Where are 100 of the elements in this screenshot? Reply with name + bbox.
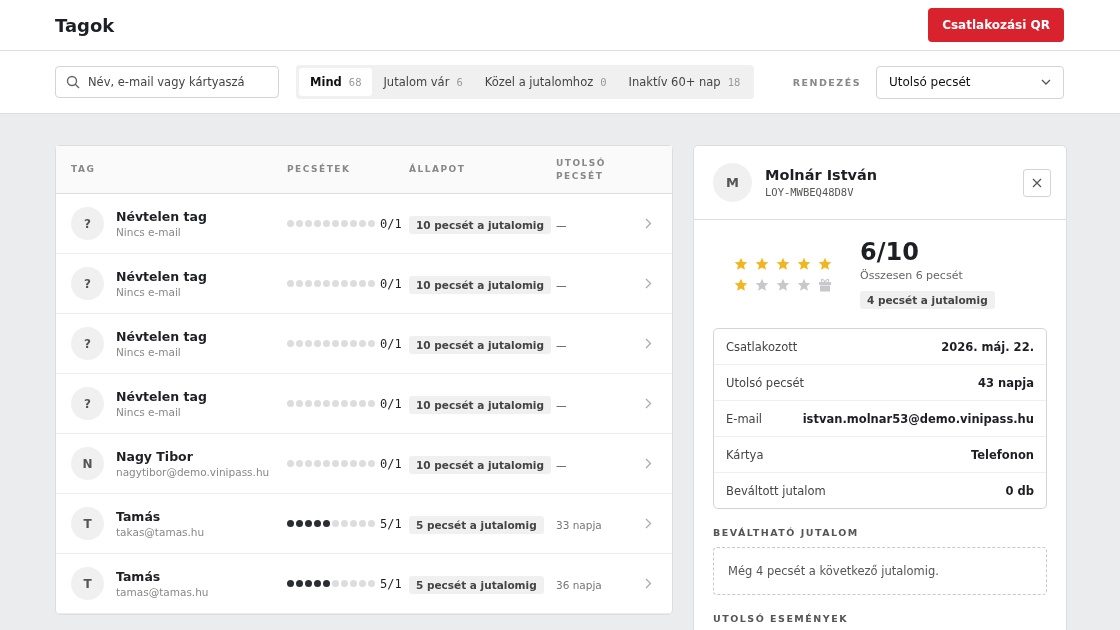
member-row[interactable]: N Nagy Tibor nagytibor@demo.vinipass.hu 0/1 10 pecsét a jutalomig —: [56, 434, 672, 494]
detail-label: Kártya: [726, 447, 764, 462]
close-icon: [1032, 177, 1042, 188]
member-email: Nincs e-mail: [116, 346, 182, 358]
sort-dropdown[interactable]: Utolsó pecsét: [876, 65, 1064, 99]
avatar: T: [71, 567, 104, 600]
member-name: Molnár István: [765, 167, 878, 183]
detail-label: Utolsó pecsét: [726, 375, 805, 390]
total-stamps: Összesen 6 pecsét: [860, 269, 995, 282]
stamp-dot: [314, 280, 321, 287]
stamp-dot: [314, 220, 321, 227]
stamp-dot: [332, 400, 339, 407]
stamp-dot: [350, 400, 357, 407]
chevron-right-icon: [645, 518, 652, 529]
search-field[interactable]: Név, e-mail vagy kártyaszá: [55, 66, 279, 98]
stamp-dot: [341, 520, 348, 527]
stamp-dot: [314, 580, 321, 587]
avatar: N: [71, 447, 104, 480]
join-qr-button[interactable]: Csatlakozási QR: [928, 8, 1064, 42]
avatar: M: [713, 163, 752, 202]
stamp-dot: [314, 400, 321, 407]
last-stamp-text: 36 napja: [556, 579, 602, 591]
stamp-dot: [341, 340, 348, 347]
search-icon: [66, 75, 80, 89]
page-title: Tagok: [55, 14, 115, 36]
stamp-dot: [368, 400, 375, 407]
stamp-dot: [314, 340, 321, 347]
stamp-dot: [296, 520, 303, 527]
detail-value: istvan.molnar53@demo.vinipass.hu: [802, 411, 1034, 426]
section-heading: BEVÁLTHATÓ JUTALOM: [713, 527, 860, 538]
detail-value: 43 napja: [978, 375, 1034, 390]
stamp-dot: [287, 340, 294, 347]
member-row[interactable]: ? Névtelen tag Nincs e-mail 0/1 10 pecsét a jutalomig —: [56, 194, 672, 254]
last-stamp-text: 33 napja: [556, 519, 602, 531]
last-stamp-text: —: [556, 399, 567, 411]
stamp-dot: [287, 280, 294, 287]
stamp-dot: [359, 280, 366, 287]
status-badge: 5 pecsét a jutalomig: [409, 576, 544, 594]
stamp-dot: [296, 460, 303, 467]
stamp-dot: [287, 520, 294, 527]
stamp-dot: [359, 520, 366, 527]
member-email: Nincs e-mail: [116, 406, 182, 418]
member-name: Névtelen tag: [116, 329, 207, 344]
filter-tab[interactable]: Jutalom vár 6: [372, 68, 474, 96]
column-header: PECSÉTEK: [287, 163, 352, 176]
stamp-dot: [323, 280, 330, 287]
member-email: tamas@tamas.hu: [116, 586, 209, 598]
filter-tab[interactable]: Mind 68: [299, 68, 373, 96]
close-button[interactable]: [1023, 168, 1051, 197]
stamp-dot: [332, 340, 339, 347]
member-name: Tamás: [116, 569, 162, 584]
last-stamp-text: —: [556, 459, 567, 471]
stamp-dot: [332, 520, 339, 527]
stamp-dot: [332, 280, 339, 287]
member-email: Nincs e-mail: [116, 226, 182, 238]
chevron-right-icon: [645, 458, 652, 469]
stamp-dot: [341, 460, 348, 467]
status-badge: 10 pecsét a jutalomig: [409, 216, 551, 234]
stamp-dot: [359, 400, 366, 407]
column-header: TAG: [71, 163, 97, 176]
column-header: UTOLSÓ PECSÉT: [556, 156, 607, 183]
stamp-dot: [287, 220, 294, 227]
stamp-dot: [314, 460, 321, 467]
sort-label: RENDEZÉS: [792, 76, 861, 88]
detail-label: Csatlakozott: [726, 339, 798, 354]
detail-value: Telefonon: [970, 447, 1034, 462]
stamp-dot: [323, 340, 330, 347]
member-row[interactable]: T Tamás takas@tamas.hu 5/1 5 pecsét a jutalomig 33 napja: [56, 494, 672, 554]
stamp-dot: [341, 580, 348, 587]
stamp-dot: [296, 580, 303, 587]
member-email: Nincs e-mail: [116, 286, 182, 298]
member-row[interactable]: ? Névtelen tag Nincs e-mail 0/1 10 pecsét a jutalomig —: [56, 314, 672, 374]
stamp-count: 0/1: [380, 456, 402, 471]
stamp-dot: [368, 520, 375, 527]
chevron-right-icon: [645, 338, 652, 349]
status-badge: 10 pecsét a jutalomig: [409, 336, 551, 354]
filter-tab[interactable]: Közel a jutalomhoz 0: [473, 68, 618, 96]
stamp-dot: [350, 340, 357, 347]
stamp-dot: [368, 220, 375, 227]
stamp-count: 5/1: [380, 576, 402, 591]
stamp-count: 0/1: [380, 276, 402, 291]
member-name: Tamás: [116, 509, 162, 524]
stamp-dot: [350, 280, 357, 287]
stamp-dot: [332, 220, 339, 227]
detail-label: E-mail: [726, 411, 763, 426]
member-row[interactable]: ? Névtelen tag Nincs e-mail 0/1 10 pecsét a jutalomig —: [56, 254, 672, 314]
stamp-dot: [296, 340, 303, 347]
stamp-count: 5/1: [380, 516, 402, 531]
filter-tab[interactable]: Inaktív 60+ nap 18: [617, 68, 752, 96]
stamp-dot: [359, 220, 366, 227]
stamp-dot: [359, 460, 366, 467]
section-heading: UTOLSÓ ESEMÉNYEK: [713, 613, 849, 624]
member-row[interactable]: T Tamás tamas@tamas.hu 5/1 5 pecsét a jutalomig 36 napja: [56, 554, 672, 614]
stamp-dot: [368, 340, 375, 347]
last-stamp-text: —: [556, 279, 567, 291]
status-badge: 10 pecsét a jutalomig: [409, 276, 551, 294]
member-row[interactable]: ? Névtelen tag Nincs e-mail 0/1 10 pecsét a jutalomig —: [56, 374, 672, 434]
stamp-dot: [359, 340, 366, 347]
stamp-dot: [305, 520, 312, 527]
stamp-dot: [368, 460, 375, 467]
